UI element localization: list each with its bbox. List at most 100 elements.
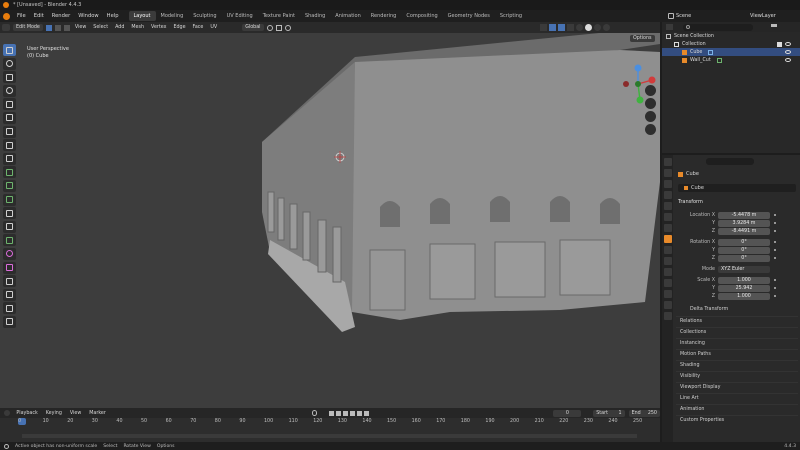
mesh-viewport-canvas[interactable]	[0, 22, 660, 408]
pivot-icon[interactable]	[266, 24, 273, 31]
orientation-dropdown[interactable]: Global	[242, 24, 264, 31]
tab-compositing[interactable]: Compositing	[401, 11, 442, 21]
checkbox-icon[interactable]	[777, 41, 782, 47]
poly-build-tool[interactable]	[3, 234, 16, 247]
menu-add[interactable]: Add	[113, 25, 126, 30]
snap-icon[interactable]	[275, 24, 282, 31]
panel-delta-transform[interactable]: Delta Transform	[676, 305, 798, 314]
keyframe-dot[interactable]	[774, 287, 776, 289]
outliner-search[interactable]	[683, 23, 753, 31]
edge-slide-tool[interactable]	[3, 275, 16, 288]
next-keyframe-icon[interactable]	[357, 410, 363, 416]
end-frame-field[interactable]: End 250	[628, 409, 660, 417]
scale-z-field[interactable]: 1.000	[718, 292, 770, 300]
panel-line-art[interactable]: Line Art	[676, 393, 798, 402]
editor-type-icon[interactable]	[2, 24, 10, 31]
zoom-icon[interactable]	[645, 85, 656, 96]
keyframe-dot[interactable]	[774, 295, 776, 297]
tool-tab-icon[interactable]	[663, 158, 672, 166]
keyframe-dot[interactable]	[774, 249, 776, 251]
grid-perspective-icon[interactable]	[645, 124, 656, 135]
constraints-tab-icon[interactable]	[663, 279, 672, 287]
filter-icon[interactable]	[771, 24, 777, 30]
tab-scripting[interactable]: Scripting	[495, 11, 527, 21]
menu-select[interactable]: Select	[91, 25, 110, 30]
xray-toggle-icon[interactable]	[567, 24, 574, 31]
tab-texture-paint[interactable]: Texture Paint	[258, 11, 300, 21]
cursor-tool[interactable]	[3, 57, 16, 70]
blender-menu-icon[interactable]	[3, 12, 10, 20]
measure-tool[interactable]	[3, 139, 16, 152]
collection-tab-icon[interactable]	[663, 224, 672, 232]
menu-face[interactable]: Face	[191, 25, 206, 30]
proportional-edit-icon[interactable]	[284, 24, 291, 31]
menu-marker[interactable]: Marker	[87, 411, 108, 416]
rendered-shading-icon[interactable]	[603, 24, 610, 31]
tab-rendering[interactable]: Rendering	[366, 11, 402, 21]
location-y-field[interactable]: 3.9284 m	[718, 219, 770, 227]
rotation-mode-dropdown[interactable]: XYZ Euler	[718, 265, 770, 273]
tab-uv-editing[interactable]: UV Editing	[222, 11, 258, 21]
rotation-y-field[interactable]: 0°	[718, 246, 770, 254]
object-tab-icon[interactable]	[663, 235, 672, 243]
options-dropdown[interactable]: Options	[630, 35, 655, 42]
rotate-tool[interactable]	[3, 84, 16, 97]
hand-pan-icon[interactable]	[645, 98, 656, 109]
tab-shading[interactable]: Shading	[300, 11, 330, 21]
solid-shading-icon[interactable]	[585, 24, 592, 31]
face-select-icon[interactable]	[63, 24, 70, 31]
panel-relations[interactable]: Relations	[676, 316, 798, 325]
material-tab-icon[interactable]	[663, 301, 672, 309]
inset-tool[interactable]	[3, 179, 16, 192]
tab-animation[interactable]: Animation	[330, 11, 366, 21]
tab-layout[interactable]: Layout	[128, 11, 156, 21]
mode-dropdown[interactable]: Edit Mode	[13, 24, 43, 31]
outliner-item-cube[interactable]: Cube	[662, 48, 800, 56]
rotation-x-field[interactable]: 0°	[718, 238, 770, 246]
output-tab-icon[interactable]	[663, 180, 672, 188]
annotate-tool[interactable]	[3, 125, 16, 138]
gizmo-toggle-icon[interactable]	[549, 24, 556, 31]
keyframe-dot[interactable]	[774, 257, 776, 259]
eye-icon[interactable]	[785, 50, 791, 54]
location-z-field[interactable]: -8.4491 m	[718, 227, 770, 235]
select-box-tool[interactable]	[3, 44, 16, 56]
shear-tool[interactable]	[3, 302, 16, 315]
camera-view-icon[interactable]	[645, 111, 656, 122]
outliner-item-wall-cut[interactable]: Wall_Cut	[662, 56, 800, 64]
add-cube-tool[interactable]	[3, 152, 16, 165]
rotation-z-field[interactable]: 0°	[718, 254, 770, 262]
shrink-tool[interactable]	[3, 288, 16, 301]
eye-icon[interactable]	[785, 42, 791, 46]
menu-edit[interactable]: Edit	[30, 13, 48, 19]
menu-window[interactable]: Window	[74, 13, 102, 19]
menu-view[interactable]: View	[73, 25, 88, 30]
menu-edge[interactable]: Edge	[171, 25, 187, 30]
spin-tool[interactable]	[3, 247, 16, 260]
scene-tab-icon[interactable]	[663, 202, 672, 210]
record-icon[interactable]	[311, 410, 318, 416]
menu-keying[interactable]: Keying	[44, 411, 64, 416]
prev-keyframe-icon[interactable]	[336, 410, 342, 416]
knife-tool[interactable]	[3, 220, 16, 233]
menu-view-timeline[interactable]: View	[68, 411, 83, 416]
bevel-tool[interactable]	[3, 193, 16, 206]
jump-end-icon[interactable]	[364, 410, 370, 416]
edge-select-icon[interactable]	[54, 24, 61, 31]
outliner-item-collection[interactable]: Collection	[662, 40, 800, 48]
start-frame-field[interactable]: Start 1	[593, 409, 625, 417]
tab-modeling[interactable]: Modeling	[156, 11, 189, 21]
menu-playback[interactable]: Playback	[14, 411, 39, 416]
panel-custom-properties[interactable]: Custom Properties	[676, 415, 798, 424]
timeline-ruler[interactable]: 0 10 20 30 40 50 60 70 80 90 100 110 120 130 140 150 160…	[0, 418, 660, 442]
texture-tab-icon[interactable]	[663, 312, 672, 320]
rip-tool[interactable]	[3, 315, 16, 328]
tab-sculpting[interactable]: Sculpting	[188, 11, 221, 21]
loop-cut-tool[interactable]	[3, 207, 16, 220]
timeline-editor-icon[interactable]	[4, 410, 11, 416]
smooth-tool[interactable]	[3, 261, 16, 274]
transform-panel-header[interactable]: Transform	[678, 199, 703, 205]
eye-icon[interactable]	[785, 58, 791, 62]
keyframe-dot[interactable]	[774, 279, 776, 281]
current-frame-field[interactable]: 0	[553, 409, 582, 417]
